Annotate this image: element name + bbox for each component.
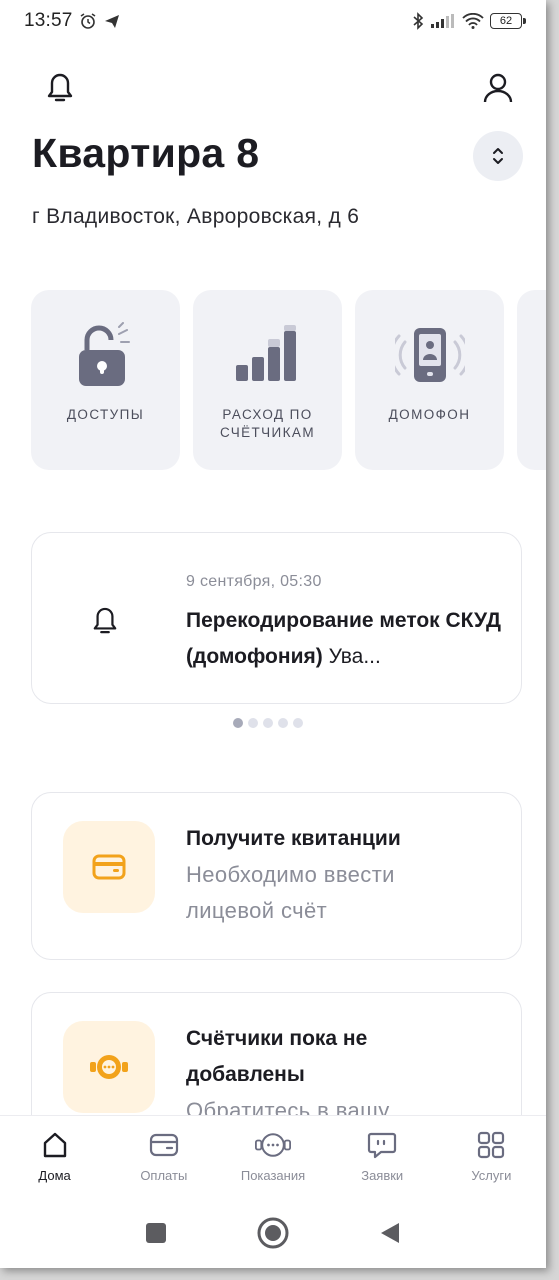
page-title: Квартира 8 — [32, 130, 260, 176]
tile-partial[interactable] — [517, 290, 546, 470]
carousel-dot[interactable] — [233, 718, 243, 728]
news-headline: Перекодирование меток СКУД (домофония) У… — [186, 603, 506, 675]
home-icon — [43, 1132, 66, 1158]
card-icon-box — [63, 1021, 155, 1113]
water-meter-icon — [255, 1133, 291, 1157]
recents-square-icon[interactable] — [145, 1222, 167, 1244]
credit-card-icon — [149, 1133, 178, 1157]
bluetooth-icon — [413, 12, 424, 30]
user-icon — [483, 73, 513, 103]
back-triangle-icon[interactable] — [379, 1221, 401, 1245]
home-circle-icon[interactable] — [257, 1217, 289, 1249]
nav-label: Оплаты — [140, 1168, 188, 1183]
card-title: Получите квитанции — [186, 827, 401, 850]
carousel-dot[interactable] — [293, 718, 303, 728]
nav-label: Заявки — [361, 1168, 404, 1183]
card-title: Счётчики пока не добавлены — [186, 1027, 368, 1086]
news-date: 9 сентября, 05:30 — [186, 573, 322, 590]
address-text: г Владивосток, Авроровская, д 6 — [32, 205, 360, 228]
nav-readings[interactable]: Показания — [218, 1116, 327, 1197]
phone-screen: 13:57 62 Квартира 8 г Владивосток, Аврор… — [0, 0, 546, 1268]
bell-icon — [93, 607, 117, 634]
nav-requests[interactable]: Заявки — [328, 1116, 437, 1197]
battery-indicator: 62 — [490, 13, 526, 29]
status-bar: 13:57 62 — [0, 0, 546, 42]
card-icon-box — [63, 821, 155, 913]
grid-icon — [478, 1131, 505, 1159]
news-preview: Ува... — [322, 645, 381, 668]
nav-label: Дома — [38, 1168, 71, 1183]
padlock-icon — [78, 322, 130, 386]
nav-label: Показания — [240, 1168, 306, 1183]
quick-actions: ДОСТУПЫ РАСХОД ПО СЧЁТЧИКАМ ДОМОФОН — [31, 290, 546, 470]
receipts-card[interactable]: Получите квитанции Необходимо ввести лиц… — [31, 792, 522, 960]
carousel-dot[interactable] — [263, 718, 273, 728]
wifi-icon — [462, 13, 484, 29]
nav-payments[interactable]: Оплаты — [109, 1116, 218, 1197]
notifications-button[interactable] — [42, 70, 78, 106]
profile-button[interactable] — [480, 70, 516, 106]
signal-icon — [431, 14, 454, 28]
nav-services[interactable]: Услуги — [437, 1116, 546, 1197]
tile-label: ДОСТУПЫ — [66, 407, 145, 422]
news-card[interactable]: 9 сентября, 05:30 Перекодирование меток … — [31, 532, 522, 704]
carousel-dot[interactable] — [248, 718, 258, 728]
card-subtitle: Необходимо ввести лицевой счёт — [186, 862, 395, 923]
tile-intercom[interactable]: ДОМОФОН — [355, 290, 504, 470]
bell-icon — [47, 73, 73, 102]
nav-label: Услуги — [471, 1168, 512, 1183]
system-navigation-bar — [0, 1197, 546, 1268]
tile-meter-usage[interactable]: РАСХОД ПО СЧЁТЧИКАМ — [193, 290, 342, 470]
water-meter-icon — [90, 1055, 128, 1079]
bars-chart-icon — [235, 325, 296, 381]
nav-home[interactable]: Дома — [0, 1116, 109, 1197]
chat-bubble-icon — [368, 1132, 397, 1159]
carousel-indicator — [233, 718, 303, 728]
carousel-dot[interactable] — [278, 718, 288, 728]
status-time: 13:57 — [24, 10, 73, 31]
tile-label: ДОМОФОН — [388, 407, 471, 422]
apartment-switcher-button[interactable] — [473, 131, 523, 181]
alarm-icon — [80, 13, 95, 29]
intercom-phone-icon — [394, 328, 465, 382]
bottom-navigation: Дома Оплаты Показания Заявки Услуги — [0, 1115, 546, 1197]
tile-label: РАСХОД ПО СЧЁТЧИКАМ — [220, 407, 315, 440]
telegram-icon — [104, 15, 119, 28]
chevron-up-down-icon — [493, 148, 503, 164]
credit-card-icon — [92, 854, 126, 880]
tile-access[interactable]: ДОСТУПЫ — [31, 290, 180, 470]
